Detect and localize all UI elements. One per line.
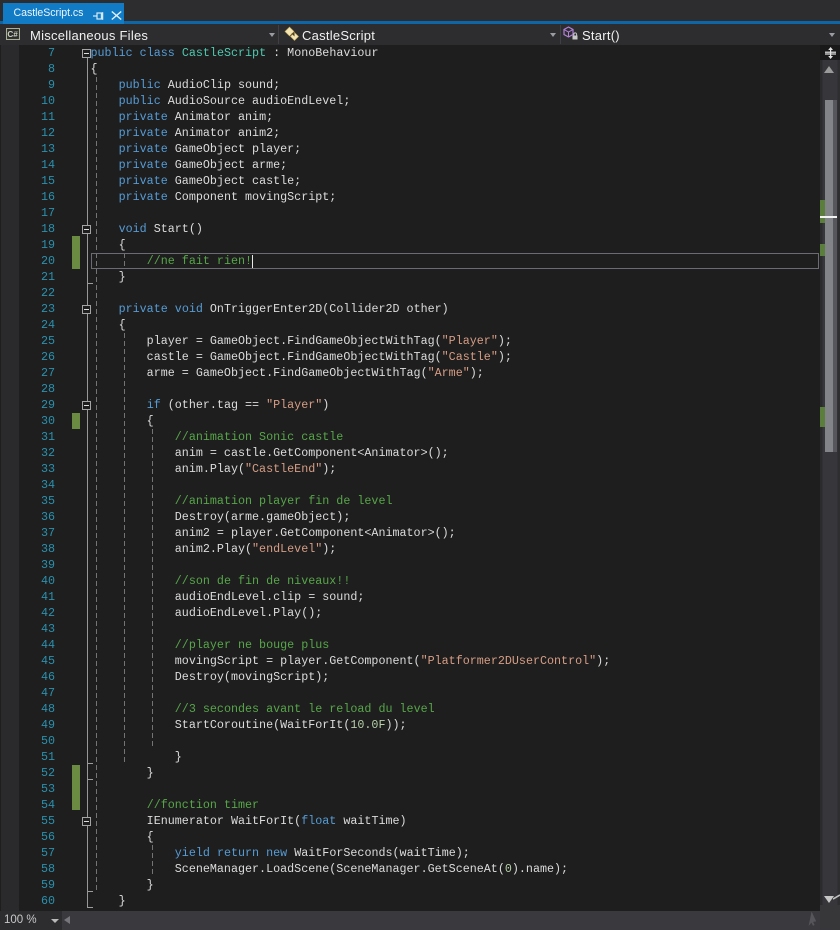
svg-text:C#: C# bbox=[7, 30, 18, 39]
